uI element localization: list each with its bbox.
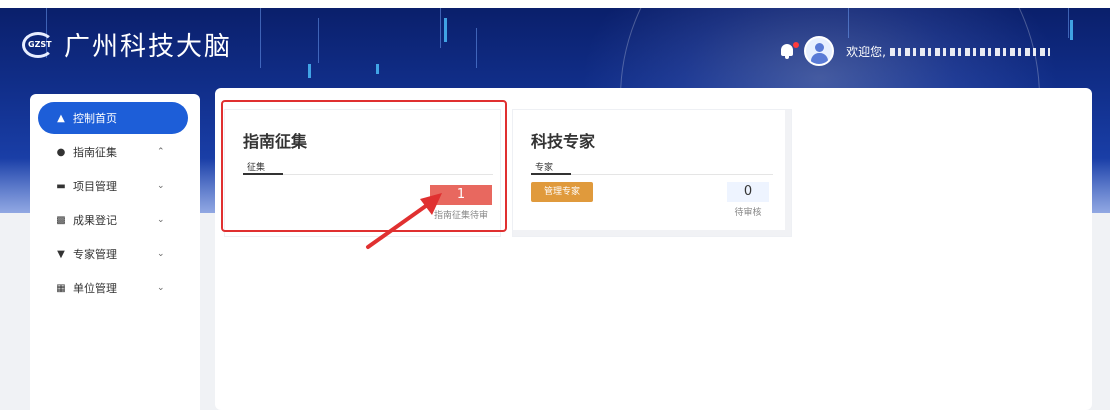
card-title: 科技专家 — [531, 132, 596, 151]
chevron-down-icon: ⌄ — [157, 249, 165, 259]
sidebar-item-label: 单位管理 — [73, 282, 117, 295]
gzst-logo-icon: GZST — [20, 30, 60, 60]
masked-username — [890, 48, 1050, 56]
tab-experts[interactable]: 专家 — [535, 160, 553, 173]
tab-underline — [531, 173, 571, 175]
chevron-down-icon: ⌄ — [157, 215, 165, 225]
folder-icon: ▬ — [56, 180, 66, 192]
sidebar-item-achievement-registration[interactable]: ▩ 成果登记 ⌄ — [30, 204, 200, 236]
sidebar-item-project-management[interactable]: ▬ 项目管理 ⌄ — [30, 170, 200, 202]
sidebar-item-home[interactable]: ▲ 控制首页 — [38, 102, 188, 134]
notification-dot — [793, 42, 800, 48]
user-area: 欢迎您, — [778, 36, 1050, 66]
tech-experts-card: 科技专家 专家 管理专家 0 待审核 — [513, 110, 791, 236]
graduation-cap-icon: ▼ — [57, 248, 65, 260]
awaiting-label: 待审核 — [734, 208, 762, 218]
sidebar-item-label: 项目管理 — [73, 180, 117, 193]
sidebar-item-label: 控制首页 — [73, 112, 117, 125]
avatar[interactable] — [804, 36, 835, 66]
chevron-down-icon: ⌄ — [157, 283, 165, 293]
globe-icon: ● — [56, 146, 66, 158]
sidebar-item-unit-management[interactable]: ▦ 单位管理 ⌄ — [30, 272, 200, 304]
manage-experts-button[interactable]: 管理专家 — [531, 182, 593, 202]
awaiting-review-stat[interactable]: 0 待审核 — [727, 182, 769, 218]
logo[interactable]: GZST 广州科技大脑 — [20, 26, 232, 63]
sidebar-item-guide-collection[interactable]: ● 指南征集 ⌃ — [30, 136, 200, 168]
welcome-text[interactable]: 欢迎您, — [846, 43, 1050, 60]
bell-icon[interactable] — [778, 42, 800, 60]
sidebar-item-label: 指南征集 — [73, 146, 117, 159]
copy-icon: ▩ — [56, 214, 66, 226]
awaiting-count: 0 — [727, 182, 769, 202]
home-icon: ▲ — [57, 112, 65, 124]
page: GZST 广州科技大脑 欢迎您, ▲ 控制首页 ● 指南征集 ⌃ ▬ 项目管理 … — [0, 8, 1110, 410]
sidebar-item-label: 成果登记 — [73, 214, 117, 227]
sidebar: ▲ 控制首页 ● 指南征集 ⌃ ▬ 项目管理 ⌄ ▩ 成果登记 ⌄ ▼ 专家管理… — [30, 94, 200, 410]
chevron-down-icon: ⌄ — [157, 181, 165, 191]
building-icon: ▦ — [56, 282, 66, 294]
sidebar-item-label: 专家管理 — [73, 248, 117, 261]
sidebar-item-expert-management[interactable]: ▼ 专家管理 ⌄ — [30, 238, 200, 270]
annotation-arrow-icon — [366, 193, 442, 249]
app-title: 广州科技大脑 — [64, 32, 233, 62]
chevron-up-icon: ⌃ — [157, 147, 165, 157]
